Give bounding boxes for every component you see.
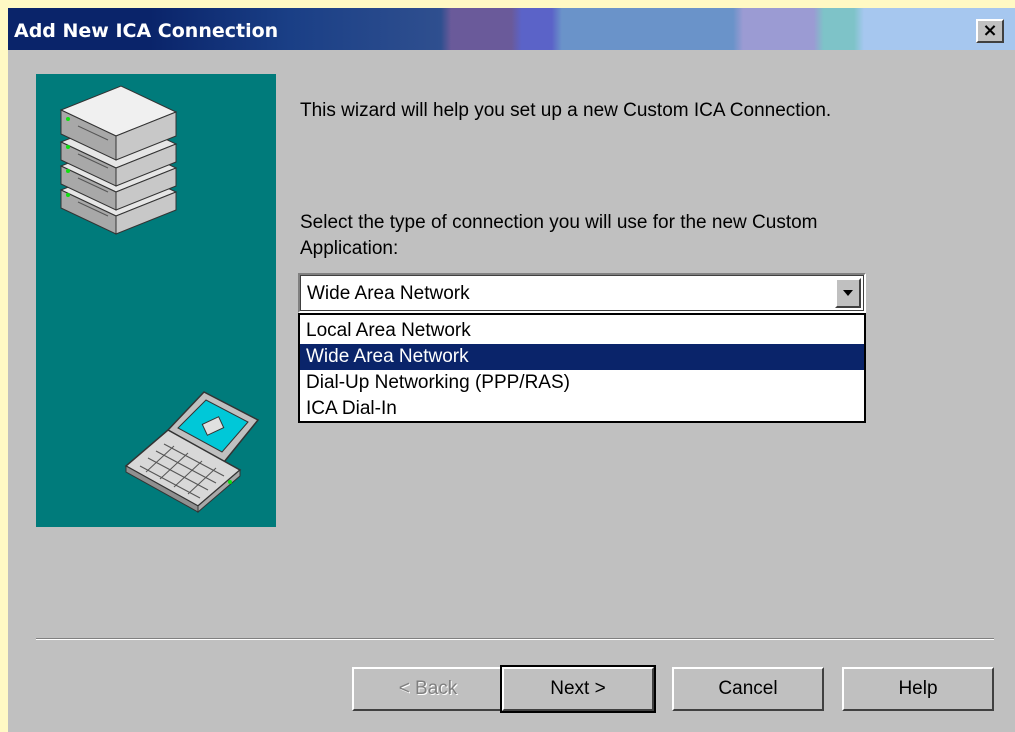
connection-type-dropdown-list: Local Area Network Wide Area Network Dia… — [298, 313, 866, 423]
button-separator — [36, 638, 994, 640]
close-icon: × — [982, 20, 998, 41]
dropdown-option-dial-up-networking[interactable]: Dial-Up Networking (PPP/RAS) — [300, 370, 864, 396]
window-title: Add New ICA Connection — [14, 20, 279, 42]
wizard-window: Add New ICA Connection × This wizard wil… — [8, 8, 1015, 732]
triangle-down-icon — [843, 290, 853, 296]
dropdown-option-wide-area-network[interactable]: Wide Area Network — [300, 344, 864, 370]
back-button[interactable]: < Back — [352, 667, 504, 711]
title-bar: Add New ICA Connection × — [8, 8, 1015, 50]
cancel-button[interactable]: Cancel — [672, 667, 824, 711]
dropdown-option-local-area-network[interactable]: Local Area Network — [300, 318, 864, 344]
wizard-side-panel — [36, 74, 276, 527]
next-button[interactable]: Next > — [500, 665, 656, 713]
wizard-illustration — [59, 85, 260, 514]
dropdown-arrow-button[interactable] — [835, 278, 861, 308]
dropdown-option-ica-dial-in[interactable]: ICA Dial-In — [300, 396, 864, 422]
help-button[interactable]: Help — [842, 667, 994, 711]
connection-type-value: Wide Area Network — [307, 283, 470, 304]
laptop-icon — [124, 391, 260, 514]
close-button[interactable]: × — [976, 19, 1004, 43]
intro-text: This wizard will help you set up a new C… — [300, 100, 832, 121]
connection-type-select[interactable]: Wide Area Network — [298, 273, 866, 313]
connection-type-prompt: Select the type of connection you will u… — [300, 212, 818, 259]
server-stack-icon — [59, 85, 178, 235]
